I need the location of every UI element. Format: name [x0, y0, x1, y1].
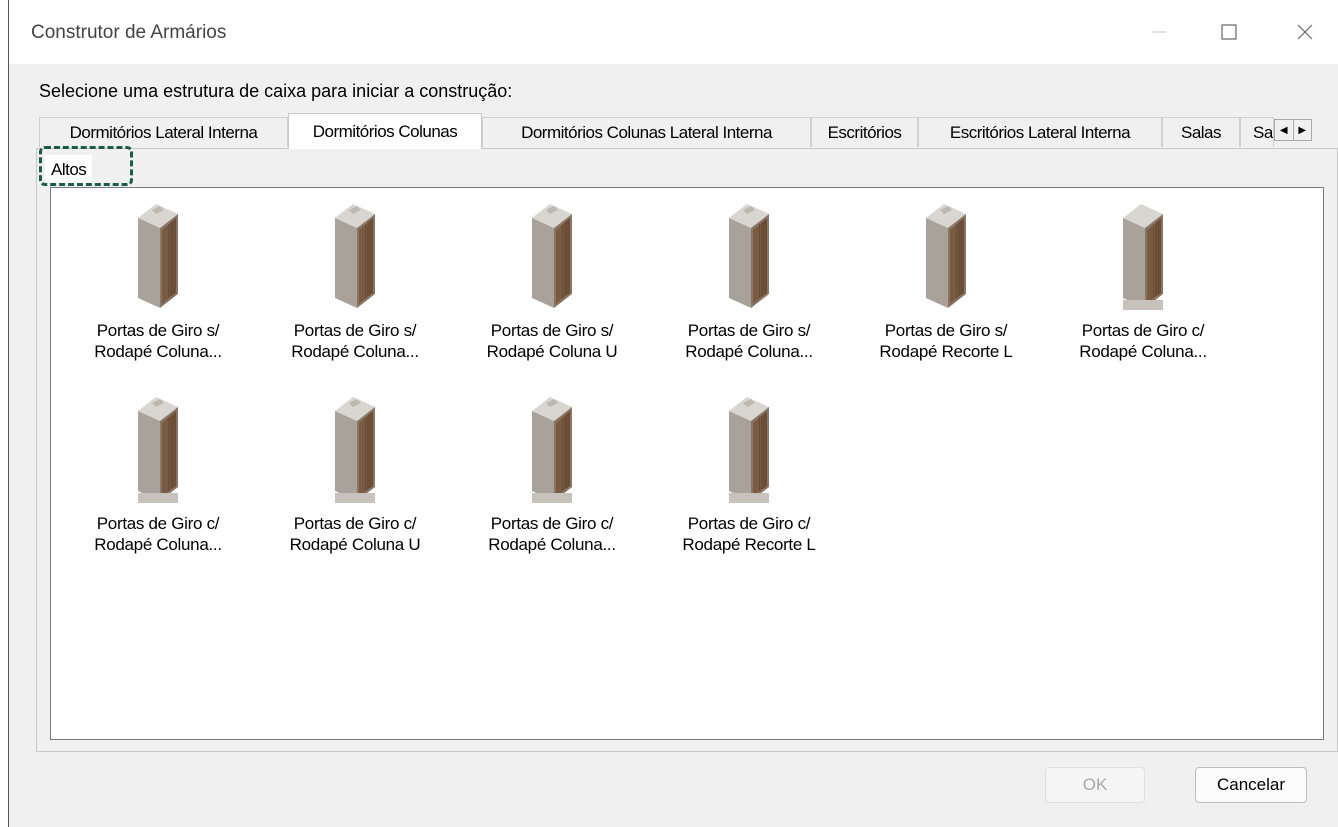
cabinet-item-label: Portas de Giro c/Rodapé Coluna...: [1048, 320, 1238, 362]
cabinet-item[interactable]: Portas de Giro c/Rodapé Coluna...: [63, 393, 253, 573]
highlight-annotation: [39, 146, 133, 186]
cabinet-item-label: Portas de Giro c/Rodapé Coluna...: [457, 513, 647, 555]
cabinet-item-label-line1: Portas de Giro s/: [490, 321, 614, 340]
cabinet-item-label: Portas de Giro s/Rodapé Coluna...: [260, 320, 450, 362]
cabinet-item-label-line1: Portas de Giro c/: [293, 514, 417, 533]
cabinet-item-label-line1: Portas de Giro c/: [490, 514, 614, 533]
cabinet-item-label-line1: Portas de Giro s/: [884, 321, 1008, 340]
tab-escritorios-lateral-interna[interactable]: Escritórios Lateral Interna: [918, 117, 1162, 147]
cabinet-icon: [325, 393, 385, 513]
cabinet-item-label: Portas de Giro c/Rodapé Coluna...: [63, 513, 253, 555]
minimize-icon[interactable]: [1139, 12, 1179, 52]
cabinet-item-label-line1: Portas de Giro c/: [1081, 321, 1205, 340]
cabinet-item[interactable]: Portas de Giro s/Rodapé Coluna...: [654, 200, 844, 380]
cabinet-item-label-line1: Portas de Giro s/: [96, 321, 220, 340]
cabinet-item-label: Portas de Giro s/Rodapé Coluna U: [457, 320, 647, 362]
close-icon[interactable]: [1285, 12, 1325, 52]
cabinet-item-label-line2: Rodapé Coluna...: [94, 342, 222, 361]
cabinet-item-label-line1: Portas de Giro s/: [293, 321, 417, 340]
instruction-text: Selecione uma estrutura de caixa para in…: [39, 81, 513, 101]
tab-escritorios[interactable]: Escritórios: [811, 117, 918, 147]
category-tabs: Dormitórios Lateral Interna Dormitórios …: [39, 113, 1309, 149]
cabinet-icon: [128, 200, 188, 320]
cabinet-item-label: Portas de Giro c/Rodapé Recorte L: [654, 513, 844, 555]
cabinet-icon: [916, 200, 976, 320]
cabinet-icon: [522, 200, 582, 320]
cabinet-item-label-line1: Portas de Giro s/: [687, 321, 811, 340]
cabinet-item-label-line2: Rodapé Coluna...: [291, 342, 419, 361]
cabinet-icon: [522, 393, 582, 513]
cabinet-item-label-line2: Rodapé Coluna U: [289, 535, 421, 554]
cabinet-item-label-line1: Portas de Giro c/: [687, 514, 811, 533]
cabinet-icon: [719, 393, 779, 513]
tab-dormitorios-colunas-lateral-interna[interactable]: Dormitórios Colunas Lateral Interna: [482, 117, 811, 147]
cabinet-item-label: Portas de Giro s/Rodapé Recorte L: [851, 320, 1041, 362]
tab-dormitorios-lateral-interna[interactable]: Dormitórios Lateral Interna: [39, 117, 288, 147]
maximize-icon[interactable]: [1209, 12, 1249, 52]
tab-dormitorios-colunas[interactable]: Dormitórios Colunas: [288, 113, 482, 149]
cabinet-list[interactable]: Portas de Giro s/Rodapé Coluna... Portas…: [50, 187, 1324, 740]
cabinet-item[interactable]: Portas de Giro s/Rodapé Recorte L: [851, 200, 1041, 380]
cabinet-item-label-line2: Rodapé Coluna...: [1079, 342, 1207, 361]
cabinet-item[interactable]: Portas de Giro c/Rodapé Coluna U: [260, 393, 450, 573]
title-bar[interactable]: Construtor de Armários: [9, 0, 1338, 64]
scroll-right-icon[interactable]: ▶: [1294, 120, 1312, 140]
cabinet-item-label-line2: Rodapé Recorte L: [879, 342, 1013, 361]
cabinet-item-label-line2: Rodapé Coluna...: [488, 535, 616, 554]
cabinet-item[interactable]: Portas de Giro c/Rodapé Coluna...: [1048, 200, 1238, 380]
tab-scroll-buttons: ◀ ▶: [1274, 119, 1312, 141]
cabinet-item[interactable]: Portas de Giro s/Rodapé Coluna...: [260, 200, 450, 380]
cabinet-icon: [325, 200, 385, 320]
cabinet-icon: [128, 393, 188, 513]
cabinet-item-label-line2: Rodapé Coluna...: [94, 535, 222, 554]
tab-salas[interactable]: Salas: [1162, 117, 1240, 147]
tab-sa-truncated[interactable]: Sa: [1240, 117, 1274, 147]
cabinet-item[interactable]: Portas de Giro s/Rodapé Coluna U: [457, 200, 647, 380]
ok-button[interactable]: OK: [1045, 767, 1145, 803]
cabinet-item-label: Portas de Giro c/Rodapé Coluna U: [260, 513, 450, 555]
cabinet-item-label-line2: Rodapé Recorte L: [682, 535, 816, 554]
cabinet-item-label: Portas de Giro s/Rodapé Coluna...: [654, 320, 844, 362]
cabinet-item[interactable]: Portas de Giro c/Rodapé Recorte L: [654, 393, 844, 573]
cabinet-item-label-line2: Rodapé Coluna...: [685, 342, 813, 361]
window-title: Construtor de Armários: [31, 22, 227, 43]
cabinet-icon: [719, 200, 779, 320]
cabinet-item-label-line2: Rodapé Coluna U: [486, 342, 618, 361]
scroll-left-icon[interactable]: ◀: [1275, 120, 1294, 140]
cabinet-icon: [1113, 200, 1173, 320]
cabinet-item-label: Portas de Giro s/Rodapé Coluna...: [63, 320, 253, 362]
cabinet-item-label-line1: Portas de Giro c/: [96, 514, 220, 533]
cabinet-builder-window: Construtor de Armários Selecione uma est…: [8, 0, 1338, 827]
cancel-button[interactable]: Cancelar: [1195, 767, 1307, 803]
cabinet-item[interactable]: Portas de Giro s/Rodapé Coluna...: [63, 200, 253, 380]
cabinet-item[interactable]: Portas de Giro c/Rodapé Coluna...: [457, 393, 647, 573]
